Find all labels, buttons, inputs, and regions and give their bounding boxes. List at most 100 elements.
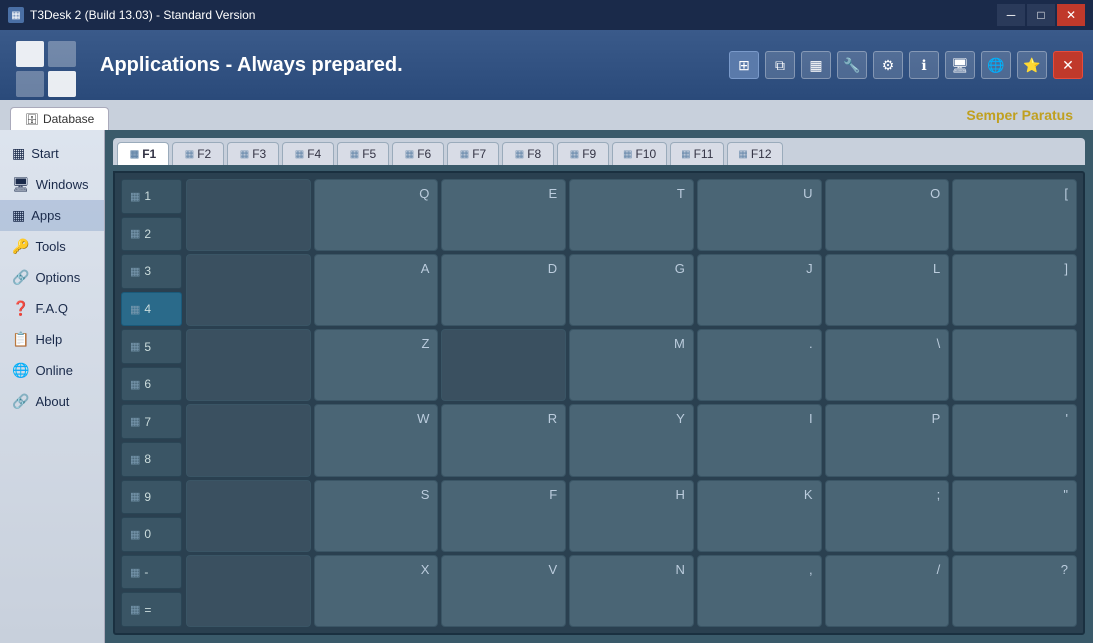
- sidebar-item-tools-label: Tools: [35, 239, 65, 254]
- key-cell-r1-c0: [186, 179, 311, 251]
- sidebar-item-tools[interactable]: 🔑 Tools: [0, 231, 104, 262]
- fkey-tab-f4[interactable]: ▦F4: [282, 142, 334, 165]
- row-label-3[interactable]: ▦3: [121, 254, 182, 289]
- key-cell-r4-c2[interactable]: R: [441, 404, 566, 476]
- key-cell-r1-c5[interactable]: O: [825, 179, 950, 251]
- fkey-grid-icon: ▦: [350, 149, 359, 160]
- close-header-button[interactable]: ✕: [1053, 51, 1083, 79]
- key-cell-r6-c4[interactable]: ,: [697, 555, 822, 627]
- key-cell-r2-c4[interactable]: J: [697, 254, 822, 326]
- database-tab[interactable]: 🗄 Database: [10, 107, 109, 130]
- fkey-tab-f12[interactable]: ▦F12: [727, 142, 782, 165]
- key-cell-r5-c6[interactable]: ": [952, 480, 1077, 552]
- key-cell-r2-c2[interactable]: D: [441, 254, 566, 326]
- key-cell-r4-c6[interactable]: ': [952, 404, 1077, 476]
- key-cell-r1-c1[interactable]: Q: [314, 179, 439, 251]
- row-label-2[interactable]: ▦2: [121, 217, 182, 252]
- wrench-button[interactable]: 🔧: [837, 51, 867, 79]
- key-cell-r1-c4[interactable]: U: [697, 179, 822, 251]
- sidebar-item-start[interactable]: ▦ Start: [0, 138, 104, 169]
- key-cell-r5-c0: [186, 480, 311, 552]
- monitor-button[interactable]: 🖥: [945, 51, 975, 79]
- key-cell-r3-c5[interactable]: \: [825, 329, 950, 401]
- key-cell-r5-c1[interactable]: S: [314, 480, 439, 552]
- row-label-7[interactable]: ▦7: [121, 404, 182, 439]
- row-label--[interactable]: ▦-: [121, 555, 182, 590]
- fkey-tab-f10[interactable]: ▦F10: [612, 142, 667, 165]
- key-cell-r4-c1[interactable]: W: [314, 404, 439, 476]
- fkey-tab-f1[interactable]: ▦F1: [117, 142, 169, 165]
- key-cell-r3-c1[interactable]: Z: [314, 329, 439, 401]
- sidebar-item-faq[interactable]: ❓ F.A.Q: [0, 293, 104, 324]
- row-label-6[interactable]: ▦6: [121, 367, 182, 402]
- sidebar-item-windows[interactable]: 🖥 Windows: [0, 169, 104, 200]
- close-button[interactable]: ✕: [1057, 4, 1085, 26]
- maximize-button[interactable]: □: [1027, 4, 1055, 26]
- row-label-9[interactable]: ▦9: [121, 480, 182, 515]
- key-cell-r2-c3[interactable]: G: [569, 254, 694, 326]
- row-label-text: =: [144, 603, 151, 617]
- key-cell-r3-c6[interactable]: [952, 329, 1077, 401]
- row-grid-icon: ▦: [130, 265, 140, 278]
- sidebar-item-options[interactable]: 🔗 Options: [0, 262, 104, 293]
- titlebar-left: ▦ T3Desk 2 (Build 13.03) - Standard Vers…: [8, 7, 255, 23]
- key-cell-r1-c3[interactable]: T: [569, 179, 694, 251]
- fkey-tab-f5[interactable]: ▦F5: [337, 142, 389, 165]
- fkey-tab-f7[interactable]: ▦F7: [447, 142, 499, 165]
- key-cell-r3-c3[interactable]: M: [569, 329, 694, 401]
- row-label-0[interactable]: ▦0: [121, 517, 182, 552]
- key-cell-r5-c5[interactable]: ;: [825, 480, 950, 552]
- fkey-tab-f9[interactable]: ▦F9: [557, 142, 609, 165]
- tools-icon: 🔑: [12, 238, 29, 255]
- copy-view-button[interactable]: ⧉: [765, 51, 795, 79]
- key-cell-r1-c6[interactable]: [: [952, 179, 1077, 251]
- globe-button[interactable]: 🌐: [981, 51, 1011, 79]
- fkey-tab-f3[interactable]: ▦F3: [227, 142, 279, 165]
- sidebar-item-about[interactable]: 🔗 About: [0, 386, 104, 417]
- key-cell-r6-c1[interactable]: X: [314, 555, 439, 627]
- key-cell-r4-c5[interactable]: P: [825, 404, 950, 476]
- key-cell-r6-c6[interactable]: ?: [952, 555, 1077, 627]
- sidebar-item-apps-label: Apps: [31, 208, 61, 223]
- faq-icon: ❓: [12, 300, 29, 317]
- key-cell-r3-c4[interactable]: .: [697, 329, 822, 401]
- fkey-tab-f2[interactable]: ▦F2: [172, 142, 224, 165]
- key-cell-r2-c6[interactable]: ]: [952, 254, 1077, 326]
- key-cell-r6-c2[interactable]: V: [441, 555, 566, 627]
- row-label-5[interactable]: ▦5: [121, 329, 182, 364]
- row-label-text: -: [144, 565, 148, 579]
- row-label-8[interactable]: ▦8: [121, 442, 182, 477]
- fkey-tab-f11[interactable]: ▦F11: [670, 142, 724, 165]
- grid-view-button[interactable]: ⊞: [729, 51, 759, 79]
- apps-icon: ▦: [12, 207, 25, 224]
- key-cell-r5-c3[interactable]: H: [569, 480, 694, 552]
- info-button[interactable]: ℹ: [909, 51, 939, 79]
- key-cell-r4-c4[interactable]: I: [697, 404, 822, 476]
- sidebar-item-apps[interactable]: ▦ Apps: [0, 200, 104, 231]
- sidebar-item-help[interactable]: 📋 Help: [0, 324, 104, 355]
- key-cell-r6-c5[interactable]: /: [825, 555, 950, 627]
- key-cell-r5-c2[interactable]: F: [441, 480, 566, 552]
- table-view-button[interactable]: ▦: [801, 51, 831, 79]
- fkey-grid-icon: ▦: [130, 149, 139, 160]
- key-cell-r1-c2[interactable]: E: [441, 179, 566, 251]
- minimize-button[interactable]: ─: [997, 4, 1025, 26]
- key-cell-r5-c4[interactable]: K: [697, 480, 822, 552]
- sidebar-item-online[interactable]: 🌐 Online: [0, 355, 104, 386]
- titlebar-controls: ─ □ ✕: [997, 4, 1085, 26]
- key-cell-r2-c1[interactable]: A: [314, 254, 439, 326]
- row-label-=[interactable]: ▦=: [121, 592, 182, 627]
- key-cell-r4-c3[interactable]: Y: [569, 404, 694, 476]
- fkey-tab-f8[interactable]: ▦F8: [502, 142, 554, 165]
- star-button[interactable]: ⭐: [1017, 51, 1047, 79]
- gear-button[interactable]: ⚙: [873, 51, 903, 79]
- fkey-grid-icon: ▦: [460, 149, 469, 160]
- key-cell-r6-c3[interactable]: N: [569, 555, 694, 627]
- row-grid-icon: ▦: [130, 303, 140, 316]
- row-label-1[interactable]: ▦1: [121, 179, 182, 214]
- row-grid-icon: ▦: [130, 490, 140, 503]
- titlebar-title: T3Desk 2 (Build 13.03) - Standard Versio…: [30, 8, 255, 22]
- fkey-tab-f6[interactable]: ▦F6: [392, 142, 444, 165]
- row-label-4[interactable]: ▦4: [121, 292, 182, 327]
- key-cell-r2-c5[interactable]: L: [825, 254, 950, 326]
